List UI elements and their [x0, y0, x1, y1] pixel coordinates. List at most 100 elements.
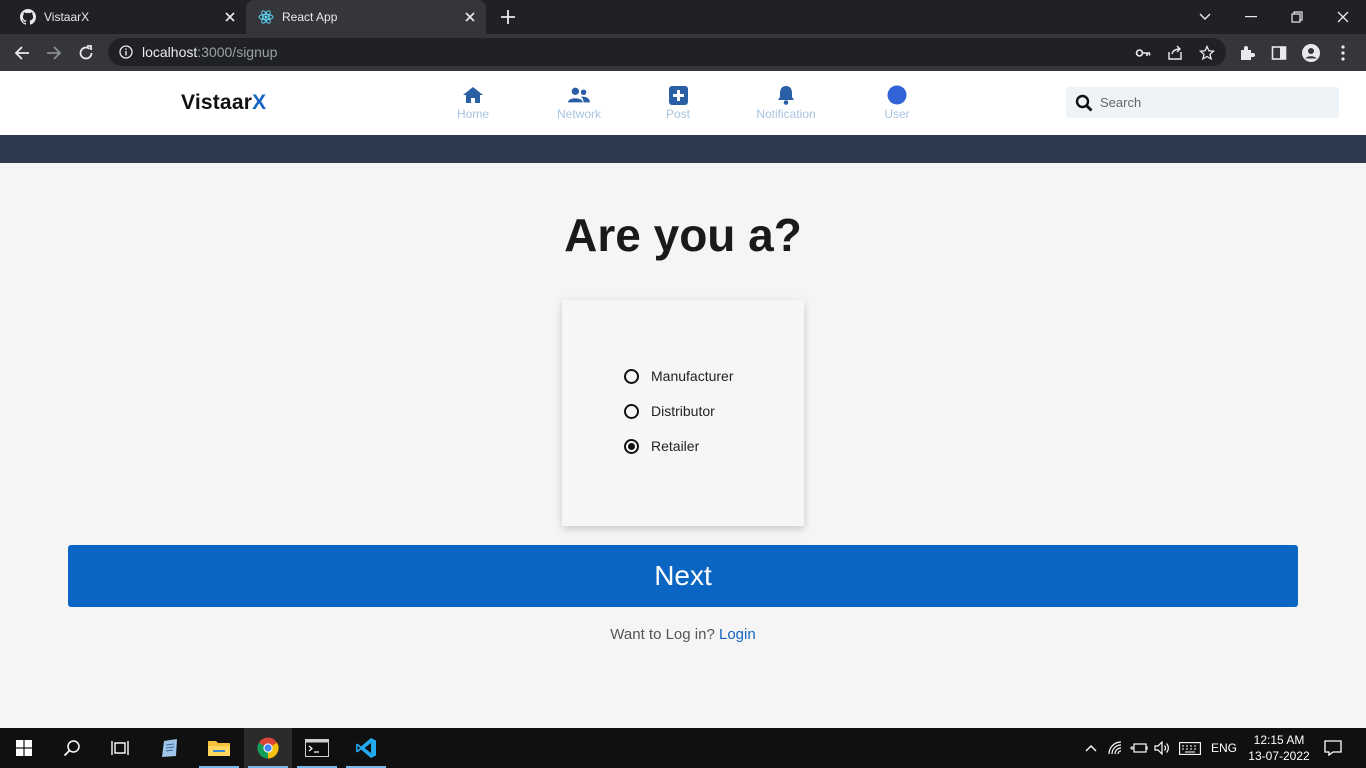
radio-option-retailer[interactable]: Retailer [624, 438, 699, 454]
vscode-icon [356, 738, 376, 758]
nav-user[interactable]: User [878, 85, 916, 121]
start-button[interactable] [0, 728, 48, 768]
chevron-down-icon [1199, 13, 1211, 20]
logo[interactable]: VistaarX [181, 91, 266, 115]
user-avatar-icon [886, 85, 908, 105]
info-icon[interactable] [119, 45, 133, 59]
minimize-icon [1245, 16, 1257, 18]
radio-button[interactable] [624, 403, 639, 419]
nav-label: Network [556, 107, 601, 121]
tab-title: React App [282, 10, 338, 24]
network-status-button[interactable] [1105, 728, 1127, 768]
reload-button[interactable] [73, 40, 99, 66]
close-icon [1337, 11, 1349, 23]
close-tab-icon[interactable] [462, 9, 478, 25]
login-prompt: Want to Log in? Login [0, 626, 1366, 643]
chevron-up-icon [1085, 745, 1097, 752]
nav-notification[interactable]: Notification [750, 85, 822, 121]
input-language[interactable]: ENG [1206, 728, 1242, 768]
action-center-button[interactable] [1318, 728, 1348, 768]
clock-time: 12:15 AM [1253, 733, 1305, 747]
star-icon[interactable] [1199, 45, 1215, 61]
search-icon [63, 740, 80, 757]
radio-label: Manufacturer [651, 368, 734, 384]
nav-home[interactable]: Home [451, 85, 495, 121]
windows-taskbar: ENG 12:15 AM 13-07-2022 [0, 728, 1366, 768]
url-host: localhost [142, 44, 198, 60]
close-tab-icon[interactable] [222, 9, 238, 25]
side-panel-icon[interactable] [1270, 44, 1288, 62]
nav-post[interactable]: Post [660, 85, 696, 121]
react-icon [258, 9, 274, 25]
radio-option-distributor[interactable]: Distributor [624, 403, 715, 419]
key-icon[interactable] [1135, 45, 1151, 61]
windows-icon [16, 740, 32, 756]
clock-date: 13-07-2022 [1248, 749, 1310, 763]
tab-title: VistaarX [44, 10, 90, 24]
speaker-icon [1154, 741, 1169, 755]
radio-button[interactable] [624, 368, 639, 384]
menu-icon[interactable] [1334, 44, 1352, 62]
radio-button-selected[interactable] [624, 438, 639, 454]
restore-button[interactable] [1274, 0, 1320, 34]
taskbar-app-notepad[interactable] [146, 728, 194, 768]
profile-icon[interactable] [1302, 44, 1320, 62]
new-tab-button[interactable] [498, 7, 518, 27]
tab-react-app[interactable]: React App [246, 0, 486, 34]
taskbar-app-chrome[interactable] [244, 728, 292, 768]
wifi-icon [1108, 741, 1122, 755]
url-path: :3000/signup [197, 44, 278, 60]
taskbar-app-file-explorer[interactable] [195, 728, 243, 768]
arrow-right-icon [47, 46, 62, 60]
plus-square-icon [667, 85, 689, 105]
notepad-icon [162, 739, 177, 757]
radio-label: Retailer [651, 438, 700, 454]
task-view-button[interactable] [96, 728, 144, 768]
github-icon [20, 9, 36, 25]
folder-icon [208, 741, 230, 756]
forward-button[interactable] [41, 40, 67, 66]
bell-icon [775, 85, 797, 105]
chrome-icon [257, 737, 279, 759]
nav-label: Home [456, 107, 489, 121]
tab-search-button[interactable] [1182, 0, 1228, 34]
minimize-button[interactable] [1228, 0, 1274, 34]
users-icon [568, 85, 590, 105]
taskbar-app-vscode[interactable] [342, 728, 390, 768]
plus-icon [501, 10, 515, 24]
login-link[interactable]: Login [719, 626, 756, 643]
reload-icon [79, 45, 93, 60]
taskbar-search-button[interactable] [48, 728, 96, 768]
nav-network[interactable]: Network [552, 85, 606, 121]
share-icon[interactable] [1167, 45, 1183, 61]
extensions-icon[interactable] [1238, 44, 1256, 62]
keyboard-icon [1179, 741, 1201, 755]
tab-vistaarx[interactable]: VistaarX [0, 0, 246, 34]
touch-keyboard-button[interactable] [1176, 728, 1204, 768]
address-bar[interactable]: localhost:3000/signup [108, 38, 1226, 66]
task-view-icon [111, 741, 129, 755]
battery-status-button[interactable] [1128, 728, 1150, 768]
taskbar-clock[interactable]: 12:15 AM 13-07-2022 [1246, 732, 1312, 764]
battery-icon [1130, 743, 1148, 753]
search-box [1066, 87, 1339, 118]
home-icon [462, 85, 484, 105]
nav-label: Notification [756, 107, 816, 121]
volume-button[interactable] [1151, 728, 1173, 768]
login-prompt-text: Want to Log in? [610, 626, 715, 643]
next-button[interactable]: Next [68, 545, 1298, 607]
taskbar-app-terminal[interactable] [293, 728, 341, 768]
page-title: Are you a? [564, 209, 802, 261]
back-button[interactable] [9, 40, 35, 66]
radio-selected-dot [628, 442, 635, 450]
logo-accent: X [252, 91, 267, 114]
app-navbar: VistaarX Home Network Post Notification … [0, 71, 1366, 135]
restore-icon [1291, 11, 1303, 23]
browser-tab-bar: VistaarX React App [0, 0, 1366, 34]
search-input[interactable] [1100, 95, 1320, 110]
role-selection-card: Manufacturer Distributor Retailer [562, 300, 804, 526]
browser-toolbar: localhost:3000/signup [0, 34, 1366, 71]
close-window-button[interactable] [1320, 0, 1366, 34]
radio-option-manufacturer[interactable]: Manufacturer [624, 368, 733, 384]
show-hidden-icons-button[interactable] [1080, 728, 1102, 768]
